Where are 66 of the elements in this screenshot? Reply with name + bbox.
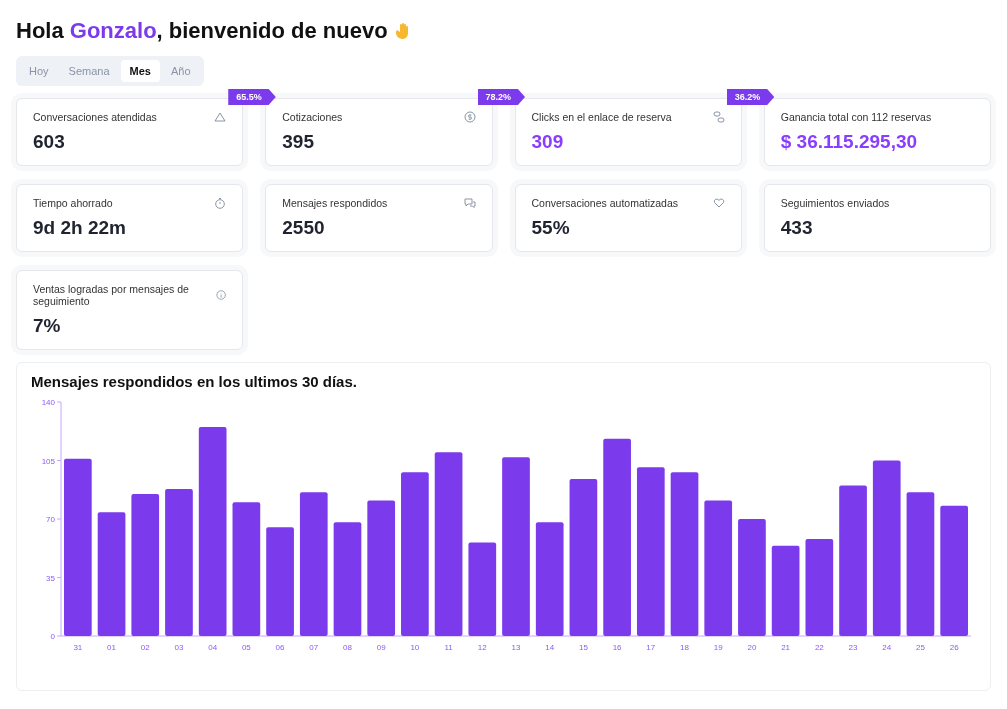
x-tick-label: 19 (713, 643, 723, 652)
x-tick-label: 02 (140, 643, 150, 652)
chat-icon (463, 197, 476, 209)
y-tick-label: 0 (50, 632, 55, 641)
stat-value: $ 36.115.295,30 (780, 131, 919, 153)
x-tick-label: 31 (73, 643, 83, 652)
percentage-tag: 78.2% (477, 89, 526, 105)
clock-icon (214, 197, 227, 209)
link-icon (712, 111, 725, 123)
x-tick-label: 15 (578, 643, 588, 652)
stat-value: 603 (33, 131, 66, 153)
x-tick-label: 23 (848, 643, 858, 652)
y-tick-label: 35 (46, 573, 55, 583)
triangle-icon (214, 111, 227, 123)
x-tick-label: 14 (545, 643, 555, 652)
x-tick-label: 01 (107, 643, 116, 652)
x-tick-label: 13 (511, 643, 521, 652)
dollar-icon (463, 111, 476, 123)
chart-title: Mensajes respondidos en los ultimos 30 días. (31, 373, 358, 390)
y-tick-label: 70 (46, 515, 55, 524)
greeting-heading: Hola Gonzalo, bienvenido de nuevo (16, 18, 991, 44)
stat-label: Clicks en el enlace de reserva (531, 111, 672, 123)
x-tick-label: 25 (916, 643, 925, 652)
stat-value: 2550 (282, 217, 326, 239)
x-tick-label: 26 (949, 643, 959, 652)
stat-label: Ganancia total con 112 reservas (780, 111, 932, 123)
info-icon (216, 289, 227, 301)
percentage-tag: 36.2% (726, 89, 775, 105)
period-tab[interactable]: Año (161, 60, 200, 82)
period-tab[interactable]: Mes (120, 60, 160, 82)
x-tick-label: 08 (343, 643, 352, 652)
x-tick-label: 17 (646, 643, 656, 652)
heart-icon (712, 197, 725, 209)
stat-label: Conversaciones atendidas (33, 111, 157, 123)
stat-value: 7% (33, 315, 62, 337)
stat-label: Tiempo ahorrado (33, 197, 113, 209)
x-tick-label: 22 (814, 643, 824, 652)
percentage-tag: 65.5% (228, 89, 276, 105)
stat-value: 55% (531, 217, 571, 239)
x-tick-label: 21 (781, 643, 791, 652)
stat-value: 9d 2h 22m (33, 217, 127, 239)
x-tick-label: 20 (747, 643, 757, 652)
period-tab[interactable]: Semana (59, 60, 119, 82)
stat-label: Ventas logradas por mensajes de seguimiento (33, 283, 190, 307)
x-tick-label: 03 (174, 643, 184, 652)
stat-label: Mensajes respondidos (282, 197, 388, 209)
stat-label: Cotizaciones (282, 111, 343, 123)
y-tick-label: 105 (41, 456, 55, 466)
x-tick-label: 06 (275, 643, 285, 652)
x-tick-label: 18 (680, 643, 689, 652)
x-tick-label: 10 (410, 643, 420, 652)
stat-label: Conversaciones automatizadas (531, 197, 678, 209)
stat-value: 433 (780, 217, 814, 239)
period-tab[interactable]: Hoy (20, 60, 58, 82)
y-tick-label: 140 (41, 398, 55, 407)
stat-value: 395 (282, 131, 315, 153)
x-tick-label: 07 (309, 643, 319, 652)
x-tick-label: 04 (208, 643, 218, 652)
x-tick-label: 11 (444, 643, 453, 652)
stat-label: Seguimientos enviados (780, 197, 890, 209)
x-tick-label: 05 (241, 643, 251, 652)
x-tick-label: 24 (882, 643, 892, 652)
stat-value: 309 (531, 131, 565, 153)
x-tick-label: 12 (477, 643, 487, 652)
x-tick-label: 09 (376, 643, 386, 652)
x-tick-label: 16 (612, 643, 622, 652)
